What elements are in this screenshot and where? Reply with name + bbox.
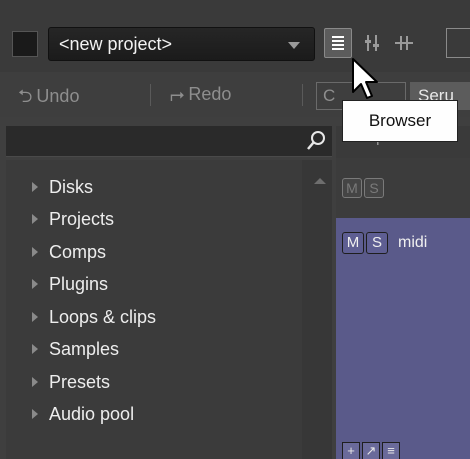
browser-item-projects[interactable]: Projects [6,203,306,235]
scrollbar[interactable] [302,160,332,459]
search-icon[interactable] [306,130,326,152]
track-bottom-buttons: + ↗ ≡ [342,442,402,459]
redo-label: Redo [188,84,232,104]
browser-tooltip: Browser [342,100,458,142]
master-mute-button[interactable]: M [342,178,362,198]
browser-item-label: Projects [49,209,115,229]
expand-arrow-icon[interactable] [32,182,38,192]
expand-arrow-icon[interactable] [32,344,38,354]
browser-item-label: Plugins [49,274,109,294]
browser-item-label: Presets [49,372,111,392]
midi-solo-button[interactable]: S [366,232,388,254]
redo-icon: ⮣ [170,84,185,104]
browser-item-presets[interactable]: Presets [6,366,306,398]
panel-button[interactable] [446,28,470,58]
master-solo-button[interactable]: S [364,178,384,198]
undo-icon: ⮌ [18,86,33,106]
scroll-up-icon[interactable] [314,178,326,184]
divider [302,84,303,106]
undo-label: Undo [36,86,80,106]
browser-item-label: Loops & clips [49,307,157,327]
midi-track-name[interactable]: midi [398,232,427,254]
expand-arrow-icon[interactable] [32,214,38,224]
midi-mute-button[interactable]: M [342,232,364,254]
redo-button[interactable]: ⮣ Redo [170,84,231,105]
tooltip-text: Browser [368,111,432,130]
browser-item-label: Samples [49,339,120,359]
expand-arrow-icon[interactable] [32,409,38,419]
midi-track[interactable]: MS midi + ↗ ≡ [336,218,470,459]
browser-item-label: Comps [49,242,107,262]
clip-label: C [323,86,336,105]
expand-arrow-icon[interactable] [32,312,38,322]
mixer-button[interactable] [358,28,386,58]
midi-track-controls: MS [342,232,390,254]
browser-item-disks[interactable]: Disks [6,171,306,203]
divider [150,84,151,106]
list-button[interactable]: ≡ [382,442,400,459]
top-toolbar: <new project> [0,0,470,72]
browser-icon [332,36,344,50]
app-window: <new project> ⮌ Undo ⮣ Redo C Seru Disks… [0,0,470,459]
browser-item-loops-clips[interactable]: Loops & clips [6,301,306,333]
project-name: <new project> [59,34,173,54]
project-selector[interactable]: <new project> [48,27,315,61]
browser-item-samples[interactable]: Samples [6,333,306,365]
project-color-swatch[interactable] [12,31,38,57]
browser-button[interactable] [324,28,352,58]
browser-item-label: Audio pool [49,404,135,424]
browser-item-plugins[interactable]: Plugins [6,268,306,300]
grid-icon [395,36,413,50]
wrench-button[interactable]: ↗ [362,442,380,459]
chevron-down-icon [288,42,300,49]
browser-search-field[interactable] [6,126,332,157]
expand-arrow-icon[interactable] [32,247,38,257]
add-button[interactable]: + [342,442,360,459]
browser-item-audio-pool[interactable]: Audio pool [6,398,306,430]
browser-item-comps[interactable]: Comps [6,236,306,268]
browser-tree: Disks Projects Comps Plugins Loops & cli… [6,160,332,459]
browser-item-label: Disks [49,177,93,197]
master-track-controls: MS [342,178,386,198]
undo-button[interactable]: ⮌ Undo [18,84,79,114]
mouse-cursor-icon [352,58,378,99]
grid-button[interactable] [390,28,418,58]
mixer-icon [365,35,379,51]
expand-arrow-icon[interactable] [32,377,38,387]
expand-arrow-icon[interactable] [32,279,38,289]
